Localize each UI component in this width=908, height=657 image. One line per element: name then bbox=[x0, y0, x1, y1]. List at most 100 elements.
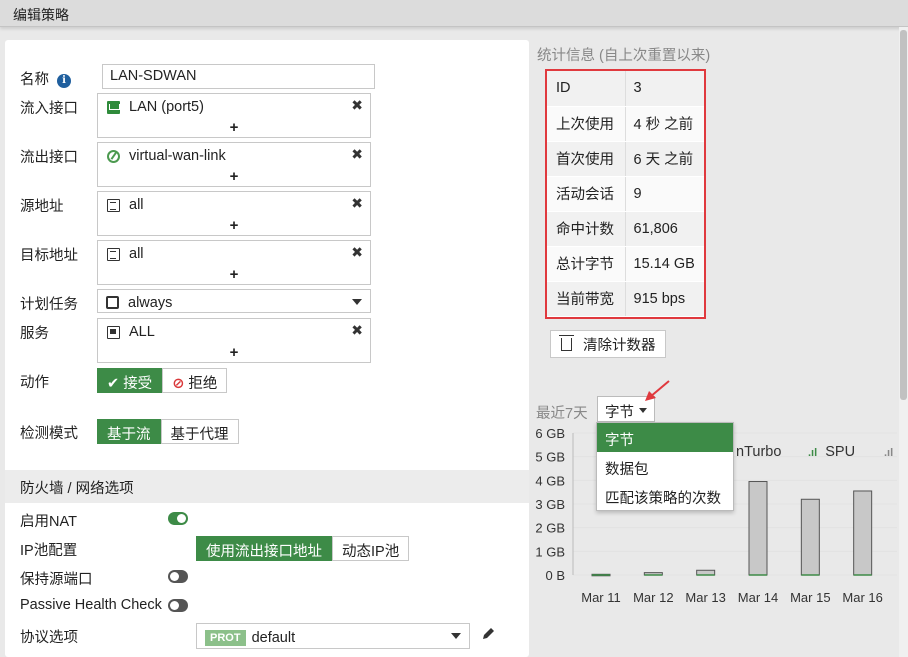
chevron-down-icon bbox=[639, 408, 647, 413]
inspect-label: 检测模式 bbox=[20, 426, 78, 442]
out-iface-chip: virtual-wan-link bbox=[107, 148, 226, 164]
y-tick-label: 0 B bbox=[545, 568, 565, 583]
remove-icon[interactable]: ✖ bbox=[351, 97, 363, 114]
legend-item-spu: .ıl SPU bbox=[808, 444, 856, 460]
address-icon bbox=[107, 247, 120, 261]
stats-value: 3 bbox=[625, 71, 704, 107]
x-tick-label: Mar 12 bbox=[633, 590, 673, 605]
deny-button[interactable]: ⊘ 拒绝 bbox=[162, 368, 228, 393]
stats-row: 命中计数 61,806 bbox=[547, 211, 704, 247]
x-tick-label: Mar 16 bbox=[842, 590, 882, 605]
pencil-icon[interactable] bbox=[481, 627, 495, 641]
stats-row: 首次使用 6 天 之前 bbox=[547, 141, 704, 177]
proxy-based-button[interactable]: 基于代理 bbox=[160, 419, 239, 444]
y-tick-label: 1 GB bbox=[535, 544, 565, 559]
trash-icon bbox=[559, 334, 574, 351]
chart-bar bbox=[853, 490, 873, 576]
clear-counters-button[interactable]: 清除计数器 bbox=[550, 330, 666, 358]
stats-key: 当前带宽 bbox=[547, 281, 626, 317]
legend-item-nturbo: nTurbo bbox=[736, 444, 782, 460]
remove-icon[interactable]: ✖ bbox=[351, 322, 363, 339]
stats-key: ID bbox=[547, 71, 626, 107]
stats-value: 9 bbox=[625, 176, 704, 212]
flow-based-button[interactable]: 基于流 bbox=[97, 419, 161, 444]
accept-button[interactable]: ✔ 接受 bbox=[97, 368, 163, 393]
y-tick-label: 4 GB bbox=[535, 473, 565, 488]
stats-key: 活动会话 bbox=[547, 176, 626, 212]
stats-row: 活动会话 9 bbox=[547, 176, 704, 212]
stats-key: 首次使用 bbox=[547, 141, 626, 177]
add-icon[interactable]: + bbox=[98, 168, 370, 185]
stats-value: 915 bps bbox=[625, 281, 704, 317]
y-tick-label: 6 GB bbox=[535, 426, 565, 441]
service-chip: ALL bbox=[107, 324, 155, 340]
stats-panel: 统计信息 (自上次重置以来) ID 3 上次使用 4 秒 之前 首次使用 6 天 之前 活动… bbox=[531, 40, 897, 657]
out-iface-field[interactable]: virtual-wan-link ✖ + bbox=[97, 142, 371, 187]
chart-bar bbox=[800, 498, 820, 576]
add-icon[interactable]: + bbox=[98, 119, 370, 136]
dst-field[interactable]: all ✖ + bbox=[97, 240, 371, 285]
stats-value: 4 秒 之前 bbox=[625, 106, 704, 142]
nat-label: 启用NAT bbox=[20, 514, 77, 530]
x-tick-label: Mar 11 bbox=[581, 590, 621, 605]
stats-key: 上次使用 bbox=[547, 106, 626, 142]
src-field[interactable]: all ✖ + bbox=[97, 191, 371, 236]
add-icon[interactable]: + bbox=[98, 266, 370, 283]
chevron-down-icon bbox=[352, 299, 362, 305]
use-outgoing-iface-button[interactable]: 使用流出接口地址 bbox=[196, 536, 332, 561]
firewall-section-header: 防火墙 / 网络选项 bbox=[5, 470, 529, 503]
stats-row: 总计字节 15.14 GB bbox=[547, 246, 704, 282]
x-tick-label: Mar 14 bbox=[738, 590, 778, 605]
stats-table: ID 3 上次使用 4 秒 之前 首次使用 6 天 之前 活动会话 9 命中计数 61,806 总计… bbox=[545, 69, 706, 319]
in-iface-label: 流入接口 bbox=[20, 101, 78, 117]
deny-icon: ⊘ bbox=[172, 376, 189, 392]
metric-option-bytes[interactable]: 字节 bbox=[597, 423, 733, 452]
proto-label: 协议选项 bbox=[20, 630, 78, 646]
schedule-icon bbox=[106, 296, 119, 309]
bar-chart-icon: .ıl bbox=[884, 447, 894, 459]
scrollbar[interactable] bbox=[899, 27, 908, 657]
keep-src-port-label: 保持源端口 bbox=[20, 572, 93, 588]
keep-src-port-toggle[interactable] bbox=[168, 570, 188, 583]
recent-label: 最近7天 bbox=[536, 406, 588, 422]
passive-health-toggle[interactable] bbox=[168, 599, 188, 612]
info-icon[interactable]: i bbox=[57, 74, 71, 88]
service-icon bbox=[107, 325, 120, 339]
legend-item-more: .ıl bbox=[884, 444, 893, 460]
add-icon[interactable]: + bbox=[98, 217, 370, 234]
service-label: 服务 bbox=[20, 326, 49, 342]
passive-health-label: Passive Health Check bbox=[20, 597, 162, 613]
metric-dropdown-menu: 字节 数据包 匹配该策略的次数 bbox=[596, 422, 734, 511]
metric-option-packets[interactable]: 数据包 bbox=[597, 452, 733, 481]
stats-row: ID 3 bbox=[547, 71, 704, 107]
check-icon: ✔ bbox=[107, 376, 124, 392]
remove-icon[interactable]: ✖ bbox=[351, 195, 363, 212]
policy-form: 名称 i LAN-SDWAN 流入接口 LAN (port5) ✖ + 流出接口 … bbox=[5, 40, 529, 657]
remove-icon[interactable]: ✖ bbox=[351, 244, 363, 261]
name-label: 名称 i bbox=[20, 68, 71, 89]
chart-bar bbox=[748, 481, 768, 576]
out-iface-label: 流出接口 bbox=[20, 150, 78, 166]
stats-title: 统计信息 (自上次重置以来) bbox=[537, 48, 711, 64]
dst-chip: all bbox=[107, 246, 144, 262]
proto-select[interactable]: PROT default bbox=[196, 623, 470, 649]
prot-badge: PROT bbox=[205, 629, 246, 646]
stats-row: 上次使用 4 秒 之前 bbox=[547, 106, 704, 142]
name-input[interactable]: LAN-SDWAN bbox=[102, 64, 375, 89]
service-field[interactable]: ALL ✖ + bbox=[97, 318, 371, 363]
inspect-toggle: 基于流 基于代理 bbox=[97, 419, 239, 444]
y-tick-label: 2 GB bbox=[535, 521, 565, 536]
port-icon bbox=[107, 100, 120, 114]
x-tick-label: Mar 13 bbox=[685, 590, 725, 605]
remove-icon[interactable]: ✖ bbox=[351, 146, 363, 163]
schedule-select[interactable]: always bbox=[97, 289, 371, 313]
nat-toggle[interactable] bbox=[168, 512, 188, 525]
dynamic-ippool-button[interactable]: 动态IP池 bbox=[332, 536, 410, 561]
scrollbar-thumb[interactable] bbox=[900, 30, 907, 400]
annotation-arrow bbox=[645, 380, 670, 401]
add-icon[interactable]: + bbox=[98, 344, 370, 361]
metric-option-hits[interactable]: 匹配该策略的次数 bbox=[597, 481, 733, 510]
in-iface-chip: LAN (port5) bbox=[107, 99, 204, 115]
in-iface-field[interactable]: LAN (port5) ✖ + bbox=[97, 93, 371, 138]
dst-label: 目标地址 bbox=[20, 248, 78, 264]
